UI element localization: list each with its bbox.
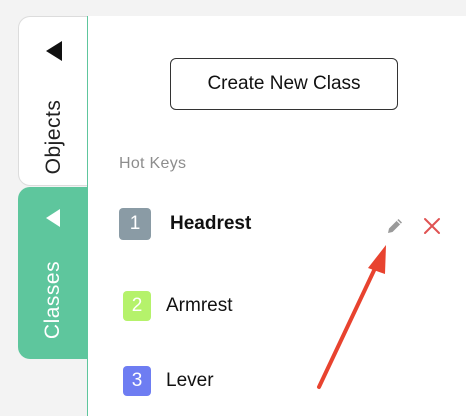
tab-classes-label: Classes	[41, 260, 64, 340]
tab-objects-label: Objects	[41, 99, 65, 175]
hotkey-badge: 2	[123, 291, 151, 321]
class-name: Lever	[166, 370, 214, 391]
hotkey-badge: 1	[119, 208, 151, 240]
classes-panel: Create New Class Hot Keys 1 Headrest 2 A…	[87, 16, 466, 416]
collapse-arrow-icon[interactable]	[45, 41, 62, 61]
class-item-headrest[interactable]: 1 Headrest	[119, 208, 251, 240]
create-new-class-button[interactable]: Create New Class	[170, 58, 398, 110]
close-icon[interactable]	[421, 215, 443, 237]
class-item-actions	[384, 215, 443, 237]
tab-objects[interactable]: Objects	[18, 16, 88, 186]
class-item-lever[interactable]: 3 Lever	[119, 365, 214, 397]
class-item-armrest[interactable]: 2 Armrest	[119, 290, 233, 322]
pencil-icon[interactable]	[384, 215, 406, 237]
class-name: Headrest	[170, 213, 252, 234]
collapse-arrow-icon[interactable]	[46, 209, 60, 227]
class-name: Armrest	[166, 295, 233, 316]
tab-classes[interactable]: Classes	[18, 187, 88, 359]
hotkey-badge: 3	[123, 366, 151, 396]
hot-keys-label: Hot Keys	[119, 155, 187, 172]
